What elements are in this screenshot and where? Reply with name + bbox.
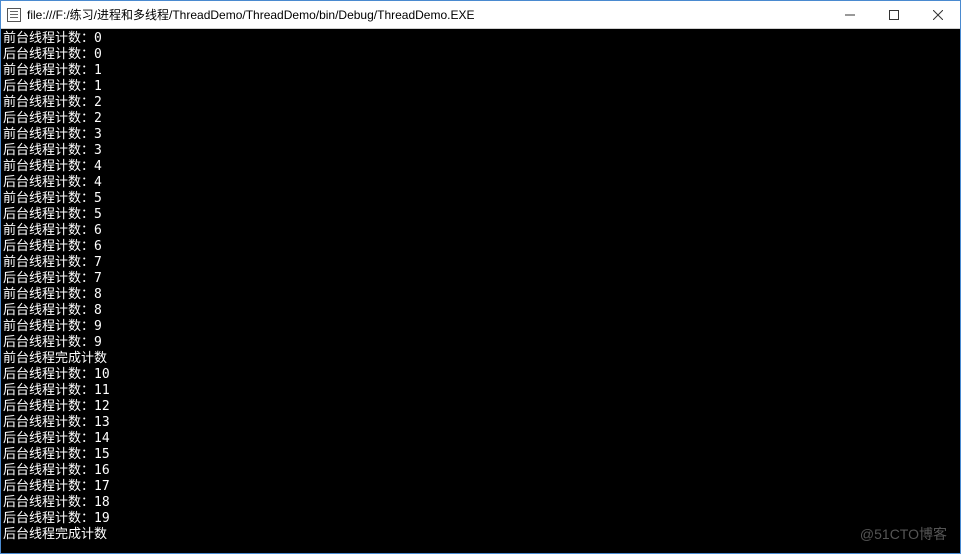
minimize-button[interactable] — [828, 1, 872, 28]
window-controls — [828, 1, 960, 28]
maximize-button[interactable] — [872, 1, 916, 28]
console-line: 后台线程计数：14 — [3, 431, 960, 447]
console-line: 后台线程计数：0 — [3, 47, 960, 63]
console-line: 前台线程计数：6 — [3, 223, 960, 239]
console-line: 前台线程计数：5 — [3, 191, 960, 207]
close-icon — [933, 10, 943, 20]
console-line: 前台线程计数：3 — [3, 127, 960, 143]
console-line: 后台线程计数：15 — [3, 447, 960, 463]
close-button[interactable] — [916, 1, 960, 28]
console-line: 前台线程完成计数 — [3, 351, 960, 367]
console-line: 前台线程计数：0 — [3, 31, 960, 47]
console-line: 后台线程计数：13 — [3, 415, 960, 431]
app-window: file:///F:/练习/进程和多线程/ThreadDemo/ThreadDe… — [0, 0, 961, 554]
console-line: 后台线程计数：6 — [3, 239, 960, 255]
console-line: 后台线程计数：17 — [3, 479, 960, 495]
minimize-icon — [845, 10, 855, 20]
app-icon — [7, 8, 21, 22]
console-line: 后台线程计数：11 — [3, 383, 960, 399]
maximize-icon — [889, 10, 899, 20]
console-line: 后台线程计数：7 — [3, 271, 960, 287]
console-line: 前台线程计数：8 — [3, 287, 960, 303]
window-title: file:///F:/练习/进程和多线程/ThreadDemo/ThreadDe… — [27, 6, 828, 23]
console-line: 前台线程计数：4 — [3, 159, 960, 175]
console-line: 后台线程计数：18 — [3, 495, 960, 511]
console-line: 后台线程计数：8 — [3, 303, 960, 319]
console-line: 后台线程计数：19 — [3, 511, 960, 527]
console-line: 前台线程计数：1 — [3, 63, 960, 79]
console-line: 后台线程计数：10 — [3, 367, 960, 383]
console-line: 后台线程计数：5 — [3, 207, 960, 223]
console-line: 后台线程完成计数 — [3, 527, 960, 543]
console-line: 后台线程计数：4 — [3, 175, 960, 191]
console-line: 后台线程计数：16 — [3, 463, 960, 479]
console-line: 前台线程计数：2 — [3, 95, 960, 111]
console-line: 后台线程计数：2 — [3, 111, 960, 127]
console-line: 后台线程计数：1 — [3, 79, 960, 95]
console-line: 后台线程计数：3 — [3, 143, 960, 159]
console-line: 后台线程计数：9 — [3, 335, 960, 351]
console-line: 前台线程计数：7 — [3, 255, 960, 271]
console-output: 前台线程计数：0后台线程计数：0前台线程计数：1后台线程计数：1前台线程计数：2… — [1, 29, 960, 553]
console-line: 后台线程计数：12 — [3, 399, 960, 415]
console-line: 前台线程计数：9 — [3, 319, 960, 335]
titlebar: file:///F:/练习/进程和多线程/ThreadDemo/ThreadDe… — [1, 1, 960, 29]
